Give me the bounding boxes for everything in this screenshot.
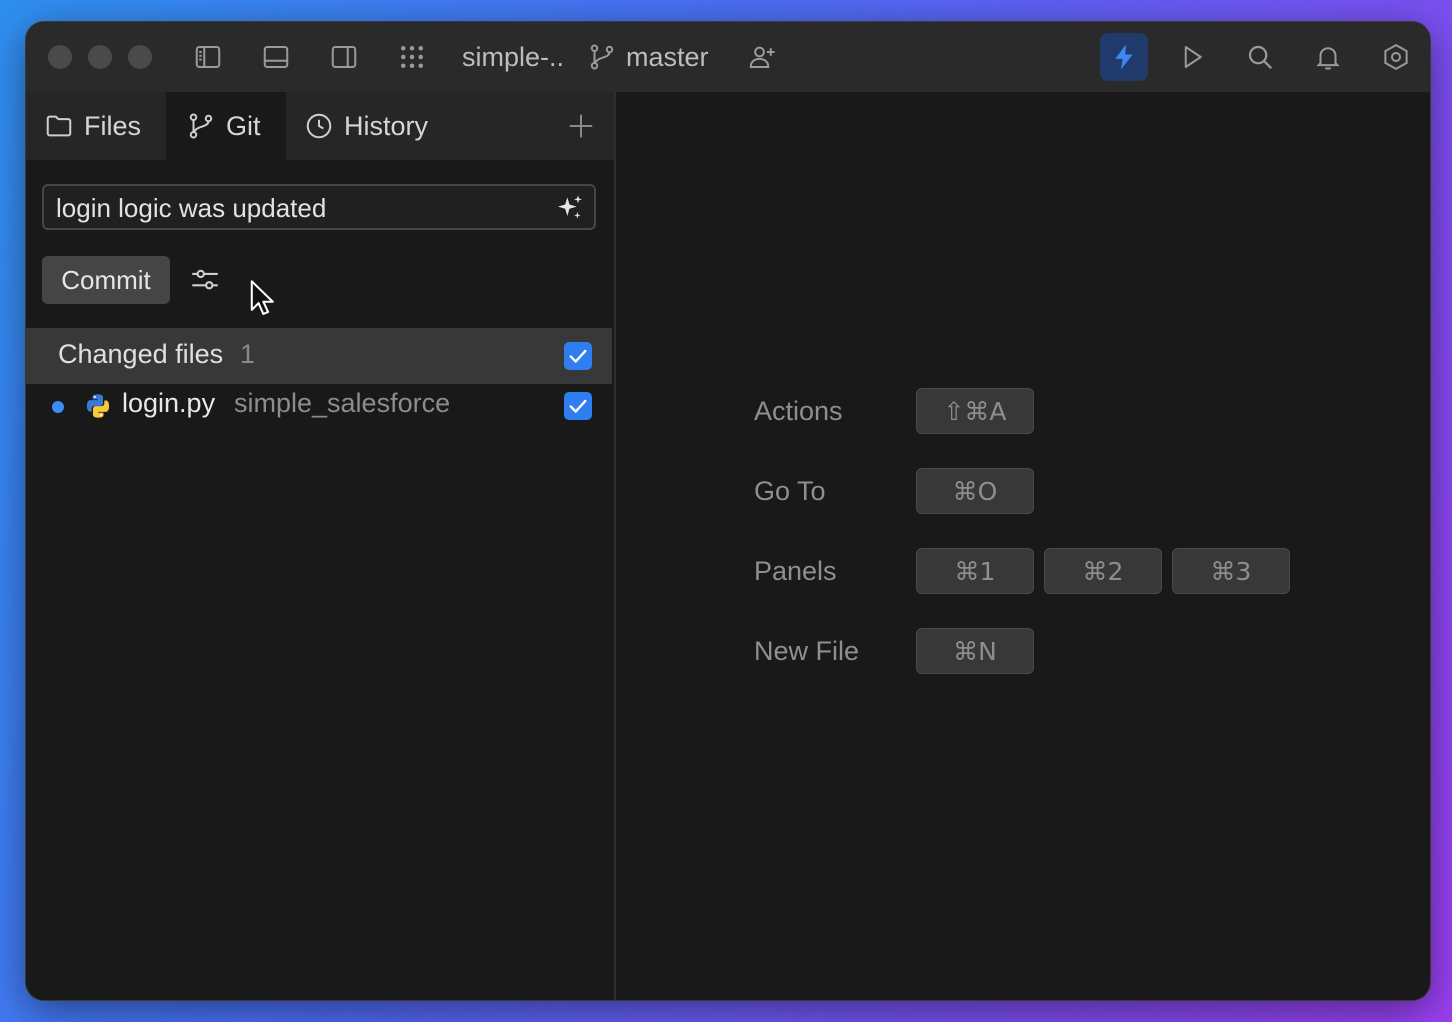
- tab-git-label: Git: [226, 110, 261, 141]
- changed-files-count: 1: [240, 339, 256, 369]
- toggle-bottom-panel-icon[interactable]: [258, 39, 294, 75]
- changed-files-header[interactable]: Changed files 1: [26, 328, 612, 384]
- search-icon[interactable]: [1242, 39, 1278, 75]
- file-directory: simple_salesforce: [234, 388, 451, 418]
- select-all-checkbox[interactable]: [564, 342, 592, 370]
- settings-icon[interactable]: [1378, 39, 1414, 75]
- invite-user-icon[interactable]: [744, 39, 780, 75]
- file-checkbox[interactable]: [564, 392, 592, 420]
- commit-message-box: [42, 184, 596, 230]
- tab-history-label: History: [344, 110, 429, 141]
- app-grid-icon[interactable]: [394, 39, 430, 75]
- changed-file-row[interactable]: login.py simple_salesforce: [26, 384, 612, 428]
- toggle-left-sidebar-icon[interactable]: [190, 39, 226, 75]
- mouse-cursor-icon: [250, 280, 274, 315]
- shortcut-key: ⌘N: [916, 628, 1034, 674]
- sliders-icon[interactable]: [188, 264, 222, 298]
- app-window: simple-.. master Files Git History login…: [26, 22, 1430, 1000]
- branch-name[interactable]: master: [626, 40, 709, 74]
- lightning-icon[interactable]: [1100, 33, 1148, 81]
- minimize-window-button[interactable]: [88, 45, 112, 69]
- sparkle-icon[interactable]: [554, 192, 586, 224]
- title-bar: simple-.. master: [26, 22, 1430, 93]
- file-name: login.py: [122, 388, 216, 418]
- run-icon[interactable]: [1174, 39, 1210, 75]
- panel-tabs: Files Git History: [26, 92, 614, 160]
- shortcut-label-actions: Actions: [754, 396, 843, 426]
- left-panel: Files Git History Commit: [26, 92, 616, 1000]
- git-branch-icon: [584, 39, 620, 75]
- close-window-button[interactable]: [48, 45, 72, 69]
- tab-git[interactable]: Git: [166, 92, 286, 160]
- modified-dot: [52, 401, 64, 413]
- bell-icon[interactable]: [1310, 39, 1346, 75]
- tab-files-label: Files: [84, 110, 142, 141]
- shortcut-key: ⌘1: [916, 548, 1034, 594]
- shortcut-key: ⇧⌘A: [916, 388, 1034, 434]
- shortcut-label-new-file: New File: [754, 636, 860, 666]
- shortcut-key: ⌘O: [916, 468, 1034, 514]
- editor-empty-state: Actions ⇧⌘A Go To ⌘O Panels ⌘1 ⌘2 ⌘3 New…: [616, 92, 1430, 1000]
- tab-history[interactable]: History: [286, 92, 456, 160]
- commit-message-input[interactable]: [54, 186, 548, 230]
- python-file-icon: [86, 394, 110, 418]
- changed-files-label: Changed files: [58, 339, 224, 369]
- tab-files[interactable]: Files: [26, 92, 166, 160]
- toggle-right-sidebar-icon[interactable]: [326, 39, 362, 75]
- clock-icon: [306, 113, 332, 139]
- shortcut-label-panels: Panels: [754, 556, 837, 586]
- git-branch-icon: [189, 113, 213, 139]
- commit-button[interactable]: Commit: [42, 256, 170, 304]
- folder-icon: [46, 115, 72, 137]
- project-name[interactable]: simple-..: [462, 40, 564, 74]
- maximize-window-button[interactable]: [128, 45, 152, 69]
- shortcut-key: ⌘3: [1172, 548, 1290, 594]
- shortcut-label-goto: Go To: [754, 476, 826, 506]
- add-tab-icon[interactable]: [566, 111, 596, 141]
- shortcut-key: ⌘2: [1044, 548, 1162, 594]
